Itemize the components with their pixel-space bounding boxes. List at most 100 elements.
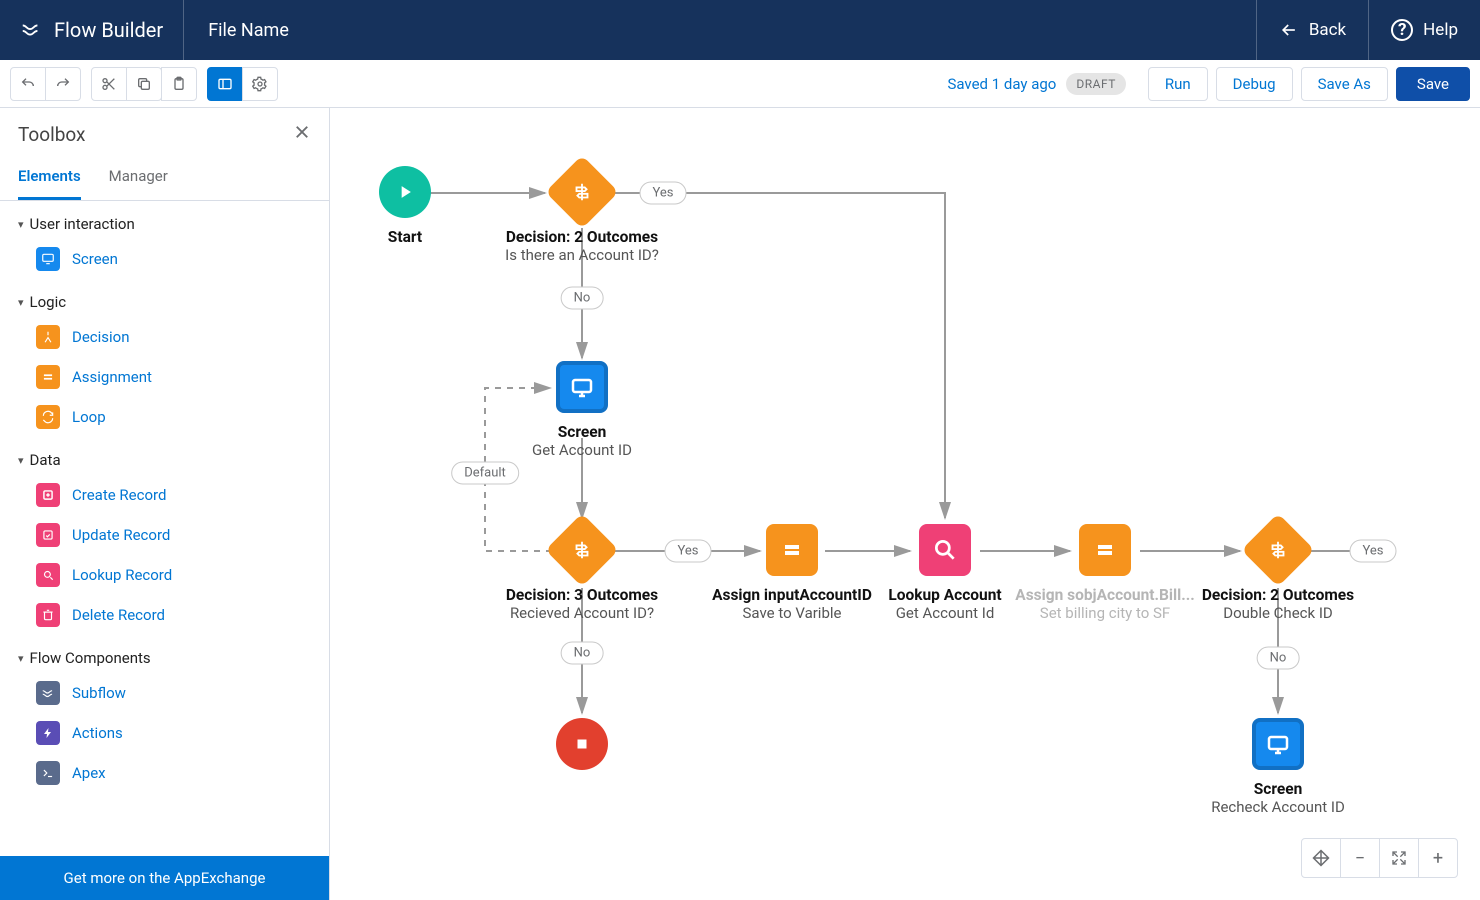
node-decision-3[interactable]: Decision: 2 Outcomes Double Check ID bbox=[1178, 524, 1378, 622]
palette-loop[interactable]: Loop bbox=[0, 397, 329, 437]
palette-lookup-record[interactable]: Lookup Record bbox=[0, 555, 329, 595]
edge-label-no: No bbox=[1257, 647, 1300, 670]
clipboard-icon bbox=[171, 76, 187, 92]
node-screen-2[interactable]: Screen Recheck Account ID bbox=[1178, 718, 1378, 816]
update-record-icon bbox=[36, 523, 60, 547]
brand-label: Flow Builder bbox=[54, 18, 163, 42]
delete-record-icon bbox=[36, 603, 60, 627]
back-arrow-icon bbox=[1279, 20, 1299, 40]
cut-button[interactable] bbox=[91, 67, 127, 101]
section-data[interactable]: ▾Data bbox=[0, 437, 329, 475]
panel-icon bbox=[217, 76, 233, 92]
question-icon: ? bbox=[1391, 19, 1413, 41]
fit-icon bbox=[1391, 850, 1407, 866]
back-label: Back bbox=[1309, 20, 1346, 40]
node-decision-2[interactable]: Decision: 3 Outcomes Recieved Account ID… bbox=[482, 524, 682, 622]
play-icon bbox=[395, 182, 415, 202]
move-icon bbox=[1312, 849, 1330, 867]
assignment-icon bbox=[36, 365, 60, 389]
edge-label-no: No bbox=[561, 642, 604, 665]
loop-icon bbox=[36, 405, 60, 429]
chevron-down-icon: ▾ bbox=[18, 296, 24, 309]
gear-icon bbox=[252, 76, 268, 92]
undo-button[interactable] bbox=[10, 67, 46, 101]
node-start[interactable]: Start bbox=[330, 166, 505, 246]
chevron-down-icon: ▾ bbox=[18, 652, 24, 665]
stop-icon bbox=[573, 735, 591, 753]
save-status: Saved 1 day ago bbox=[947, 75, 1056, 93]
palette-update-record[interactable]: Update Record bbox=[0, 515, 329, 555]
copy-button[interactable] bbox=[126, 67, 162, 101]
file-name[interactable]: File Name bbox=[184, 0, 1256, 60]
decision-icon bbox=[36, 325, 60, 349]
palette-screen[interactable]: Screen bbox=[0, 239, 329, 279]
brand: Flow Builder bbox=[0, 0, 184, 60]
actions-icon bbox=[36, 721, 60, 745]
palette-delete-record[interactable]: Delete Record bbox=[0, 595, 329, 635]
toolbox-title: Toolbox bbox=[18, 123, 293, 146]
screen-icon bbox=[1266, 732, 1290, 756]
edge-label-yes: Yes bbox=[665, 540, 712, 563]
edge-label-yes: Yes bbox=[1350, 540, 1397, 563]
back-button[interactable]: Back bbox=[1256, 0, 1368, 60]
screen-icon bbox=[36, 247, 60, 271]
node-end[interactable] bbox=[482, 718, 682, 770]
toolbar: Saved 1 day ago DRAFT Run Debug Save As … bbox=[0, 60, 1480, 108]
close-panel-button[interactable] bbox=[293, 122, 311, 147]
palette-assignment[interactable]: Assignment bbox=[0, 357, 329, 397]
draft-badge: DRAFT bbox=[1066, 73, 1126, 95]
palette-subflow[interactable]: Subflow bbox=[0, 673, 329, 713]
edge-label-no: No bbox=[561, 287, 604, 310]
save-as-button[interactable]: Save As bbox=[1301, 67, 1388, 101]
equals-icon bbox=[780, 538, 804, 562]
create-record-icon bbox=[36, 483, 60, 507]
run-button[interactable]: Run bbox=[1148, 67, 1208, 101]
edge-label-yes: Yes bbox=[640, 182, 687, 205]
scissors-icon bbox=[101, 76, 117, 92]
node-screen-1[interactable]: Screen Get Account ID bbox=[482, 361, 682, 459]
paste-button[interactable] bbox=[161, 67, 197, 101]
section-logic[interactable]: ▾Logic bbox=[0, 279, 329, 317]
close-icon bbox=[293, 123, 311, 141]
zoom-out-button[interactable]: − bbox=[1340, 838, 1380, 878]
appexchange-cta[interactable]: Get more on the AppExchange bbox=[0, 856, 329, 900]
palette-decision[interactable]: Decision bbox=[0, 317, 329, 357]
tab-elements[interactable]: Elements bbox=[18, 157, 81, 200]
palette-create-record[interactable]: Create Record bbox=[0, 475, 329, 515]
chevron-down-icon: ▾ bbox=[18, 454, 24, 467]
redo-button[interactable] bbox=[45, 67, 81, 101]
zoom-in-button[interactable]: + bbox=[1418, 838, 1458, 878]
pan-button[interactable] bbox=[1301, 838, 1341, 878]
equals-icon bbox=[1093, 538, 1117, 562]
help-button[interactable]: ? Help bbox=[1368, 0, 1480, 60]
section-user-interaction[interactable]: ▾User interaction bbox=[0, 201, 329, 239]
screen-icon bbox=[570, 375, 594, 399]
signpost-icon bbox=[1267, 539, 1289, 561]
edge-label-default: Default bbox=[451, 462, 519, 485]
app-header: Flow Builder File Name Back ? Help bbox=[0, 0, 1480, 60]
lookup-record-icon bbox=[36, 563, 60, 587]
brand-icon bbox=[20, 19, 42, 41]
palette-apex[interactable]: Apex bbox=[0, 753, 329, 793]
signpost-icon bbox=[571, 181, 593, 203]
redo-icon bbox=[55, 76, 71, 92]
flow-canvas[interactable]: Start Decision: 2 Outcomes Is there an A… bbox=[330, 108, 1480, 900]
save-button[interactable]: Save bbox=[1396, 67, 1470, 101]
settings-button[interactable] bbox=[242, 67, 278, 101]
apex-icon bbox=[36, 761, 60, 785]
signpost-icon bbox=[571, 539, 593, 561]
debug-button[interactable]: Debug bbox=[1216, 67, 1293, 101]
zoom-controls: − + bbox=[1301, 838, 1458, 878]
search-icon bbox=[932, 537, 958, 563]
palette-actions[interactable]: Actions bbox=[0, 713, 329, 753]
undo-icon bbox=[20, 76, 36, 92]
subflow-icon bbox=[36, 681, 60, 705]
toolbox-panel: Toolbox Elements Manager ▾User interacti… bbox=[0, 108, 330, 900]
help-label: Help bbox=[1423, 20, 1458, 40]
tab-manager[interactable]: Manager bbox=[109, 157, 168, 200]
fit-button[interactable] bbox=[1379, 838, 1419, 878]
chevron-down-icon: ▾ bbox=[18, 218, 24, 231]
toggle-panel-button[interactable] bbox=[207, 67, 243, 101]
section-flow-components[interactable]: ▾Flow Components bbox=[0, 635, 329, 673]
copy-icon bbox=[136, 76, 152, 92]
